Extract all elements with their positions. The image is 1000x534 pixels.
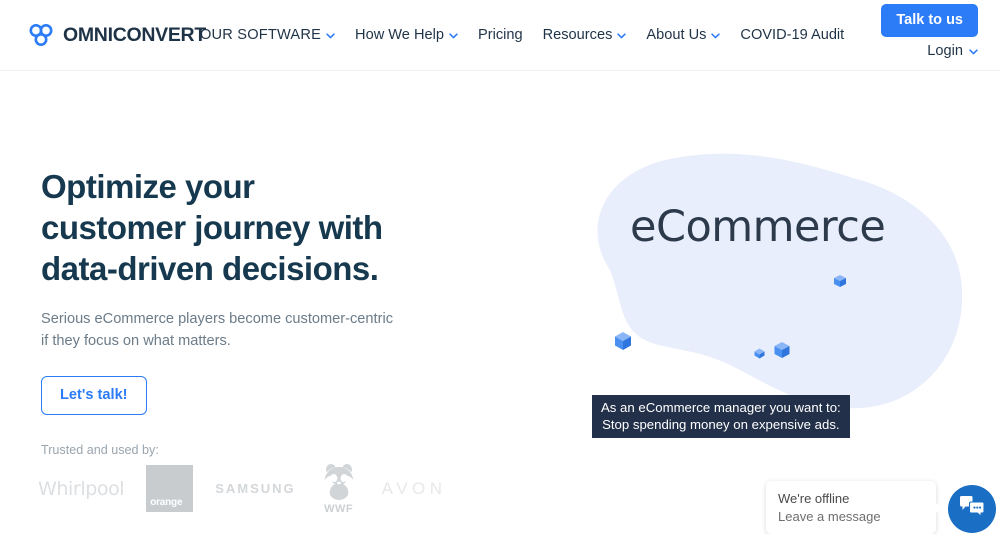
video-caption: As an eCommerce manager you want to: Sto… (592, 395, 850, 438)
brand-logo-whirlpool: Whirlpool (38, 477, 125, 500)
lets-talk-button[interactable]: Let's talk! (41, 376, 147, 415)
chevron-down-icon (969, 43, 978, 59)
nav-item-about-us[interactable]: About Us (646, 27, 721, 43)
chevron-down-icon (711, 27, 721, 43)
brand-label: AVON (381, 478, 447, 498)
cube-icon (832, 273, 848, 294)
brand-label: Whirlpool (38, 477, 125, 500)
nav-item-how-we-help[interactable]: How We Help (355, 27, 458, 43)
logo[interactable]: OMNICONVERT (28, 22, 206, 48)
nav-label: About Us (646, 27, 707, 43)
brand-logos-row: Whirlpool orange SAMSUNG WWF AVON (38, 462, 447, 515)
omniconvert-trefoil-logo-icon (28, 22, 54, 48)
nav-item-pricing[interactable]: Pricing (478, 27, 523, 43)
chat-status-text: We're offline (778, 491, 850, 506)
page-title: Optimize your customer journey with data… (41, 166, 441, 289)
nav-label: How We Help (355, 27, 444, 43)
nav-label: COVID-19 Audit (740, 27, 845, 43)
brand-label: SAMSUNG (215, 481, 296, 496)
chat-offline-message[interactable]: We're offline Leave a message (766, 481, 942, 534)
chat-bubbles-icon (959, 495, 985, 524)
chevron-down-icon (449, 27, 458, 43)
brand-logo-avon: AVON (382, 479, 447, 499)
logo-text: OMNICONVERT (63, 23, 206, 46)
login-label: Login (927, 43, 963, 59)
cube-icon (753, 347, 766, 365)
chevron-down-icon (326, 27, 335, 43)
site-header: OMNICONVERT OUR SOFTWARE How We Help Pri… (0, 0, 1000, 71)
headline-line-2: customer journey with (41, 209, 383, 246)
hero-subtext: Serious eCommerce players become custome… (41, 311, 393, 349)
cube-icon (612, 330, 634, 357)
nav-item-our-software[interactable]: OUR SOFTWARE (200, 27, 335, 43)
brand-logo-wwf: WWF (318, 462, 360, 515)
talk-to-us-button[interactable]: Talk to us (881, 4, 978, 37)
brand-logo-orange: orange (146, 465, 194, 512)
caption-line-1: As an eCommerce manager you want to: (601, 400, 841, 415)
nav-label: OUR SOFTWARE (200, 27, 322, 43)
brand-label: WWF (324, 503, 354, 515)
chat-launcher-button[interactable] (948, 485, 996, 533)
hero-illustration: eCommerce As an eCommerce manager you wa… (460, 140, 1000, 440)
brand-logo-samsung: SAMSUNG (215, 481, 295, 496)
nav-item-covid-19-audit[interactable]: COVID-19 Audit (740, 27, 844, 43)
cube-icon (772, 340, 792, 365)
nav-label: Resources (542, 27, 613, 43)
chevron-down-icon (617, 27, 627, 43)
headline-line-3: data-driven decisions. (41, 250, 379, 287)
caption-line-2: Stop spending money on expensive ads. (602, 417, 840, 432)
login-menu[interactable]: Login (927, 43, 978, 59)
nav-item-resources[interactable]: Resources (543, 27, 627, 43)
trusted-and-used-by-label: Trusted and used by: (41, 443, 159, 457)
panda-icon (318, 462, 360, 502)
chat-prompt-text: Leave a message (778, 509, 881, 524)
main-navigation: OUR SOFTWARE How We Help Pricing Resourc… (200, 27, 844, 43)
nav-label: Pricing (478, 27, 523, 43)
ecommerce-word: eCommerce (630, 202, 886, 252)
hero-left-column: Optimize your customer journey with data… (41, 166, 441, 415)
brand-label: orange (150, 497, 183, 508)
headline-line-1: Optimize your (41, 168, 255, 205)
